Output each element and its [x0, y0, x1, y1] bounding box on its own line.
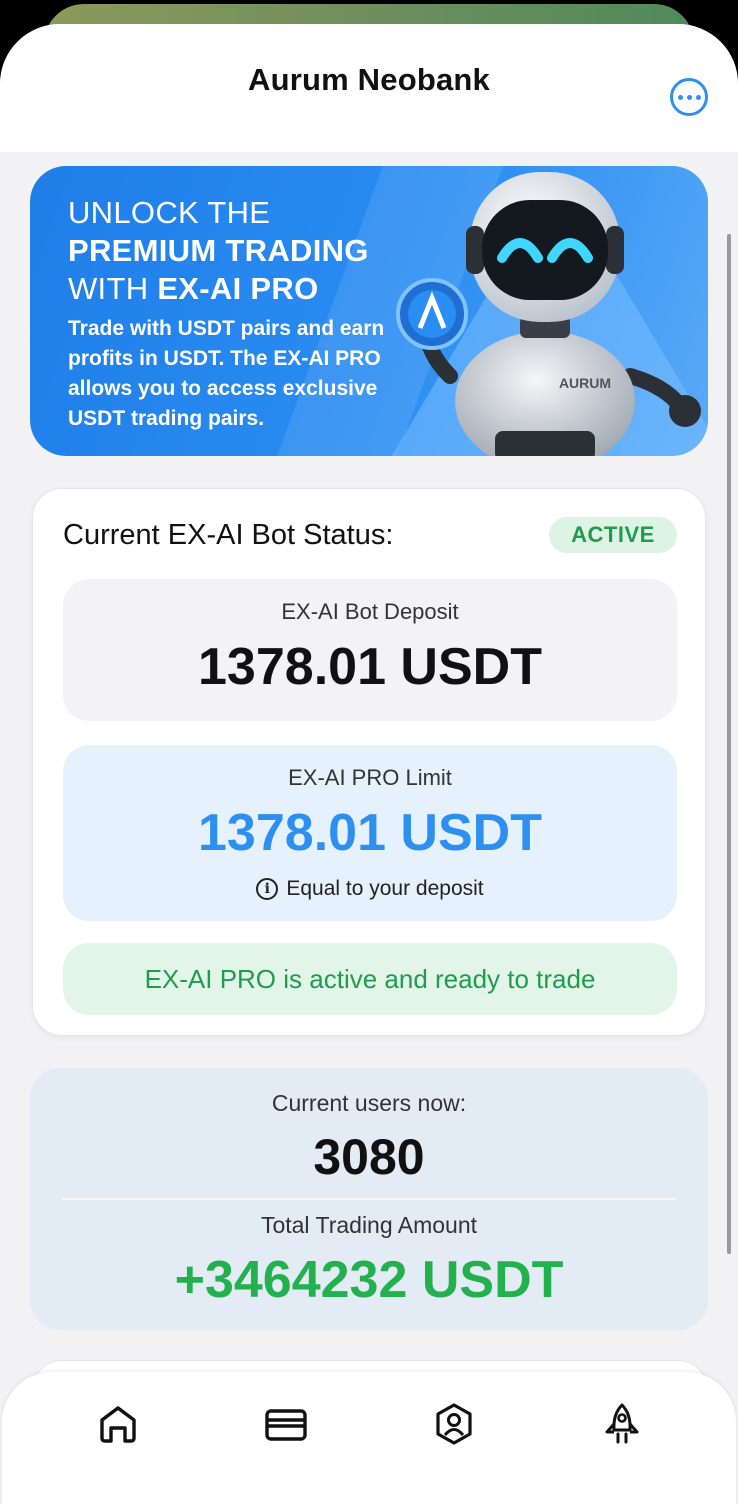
- users-label: Current users now:: [271, 1090, 467, 1116]
- bottom-navigation: [2, 1372, 736, 1504]
- amount-label: Total Trading Amount: [260, 1212, 478, 1238]
- bot-status-card: Current EX-AI Bot Status: ACTIVE EX-AI B…: [32, 488, 706, 1036]
- app-sheet: Aurum Neobank UNLOCK THE PREMIUM TRADING…: [0, 24, 738, 1504]
- rocket-icon: [605, 1403, 639, 1444]
- limit-panel: EX-AI PRO Limit 1378.01 USDT i Equal to …: [63, 745, 677, 921]
- info-icon: i: [256, 878, 279, 900]
- header: Aurum Neobank: [0, 24, 738, 152]
- user-shield-icon: [436, 1403, 472, 1445]
- nav-launch-button[interactable]: [600, 1402, 644, 1446]
- nav-home-button[interactable]: [96, 1402, 140, 1446]
- ready-banner: EX-AI PRO is active and ready to trade: [63, 943, 677, 1015]
- wallet-card-icon: [265, 1409, 307, 1441]
- svg-text:AURUM: AURUM: [559, 375, 611, 391]
- banner-headline: UNLOCK THE PREMIUM TRADING WITH EX-AI PR…: [68, 195, 369, 306]
- limit-value: 1378.01 USDT: [198, 804, 542, 862]
- deposit-label: EX-AI Bot Deposit: [281, 599, 459, 624]
- divider: [62, 1198, 676, 1200]
- limit-label: EX-AI PRO Limit: [288, 765, 452, 790]
- deposit-value: 1378.01 USDT: [198, 638, 542, 696]
- scrollbar[interactable]: [727, 234, 731, 1254]
- banner-description: Trade with USDT pairs and earn profits i…: [68, 317, 385, 430]
- page-title: Aurum Neobank: [247, 62, 491, 97]
- stats-panel: Current users now: 3080 Total Trading Am…: [30, 1068, 708, 1330]
- nav-profile-button[interactable]: [432, 1402, 476, 1446]
- robot-mascot-icon: AURUM: [396, 172, 701, 456]
- users-value: 3080: [313, 1129, 425, 1185]
- more-horizontal-icon: [677, 94, 683, 100]
- status-label: Current EX-AI Bot Status:: [63, 519, 394, 551]
- deposit-panel: EX-AI Bot Deposit 1378.01 USDT: [63, 579, 677, 721]
- status-badge: ACTIVE: [549, 517, 677, 553]
- home-icon: [100, 1406, 136, 1443]
- amount-value: +3464232 USDT: [174, 1251, 564, 1309]
- more-options-button[interactable]: [670, 78, 708, 116]
- promo-banner[interactable]: UNLOCK THE PREMIUM TRADING WITH EX-AI PR…: [30, 166, 708, 456]
- limit-note: i Equal to your deposit: [63, 877, 677, 901]
- nav-wallet-button[interactable]: [264, 1402, 308, 1446]
